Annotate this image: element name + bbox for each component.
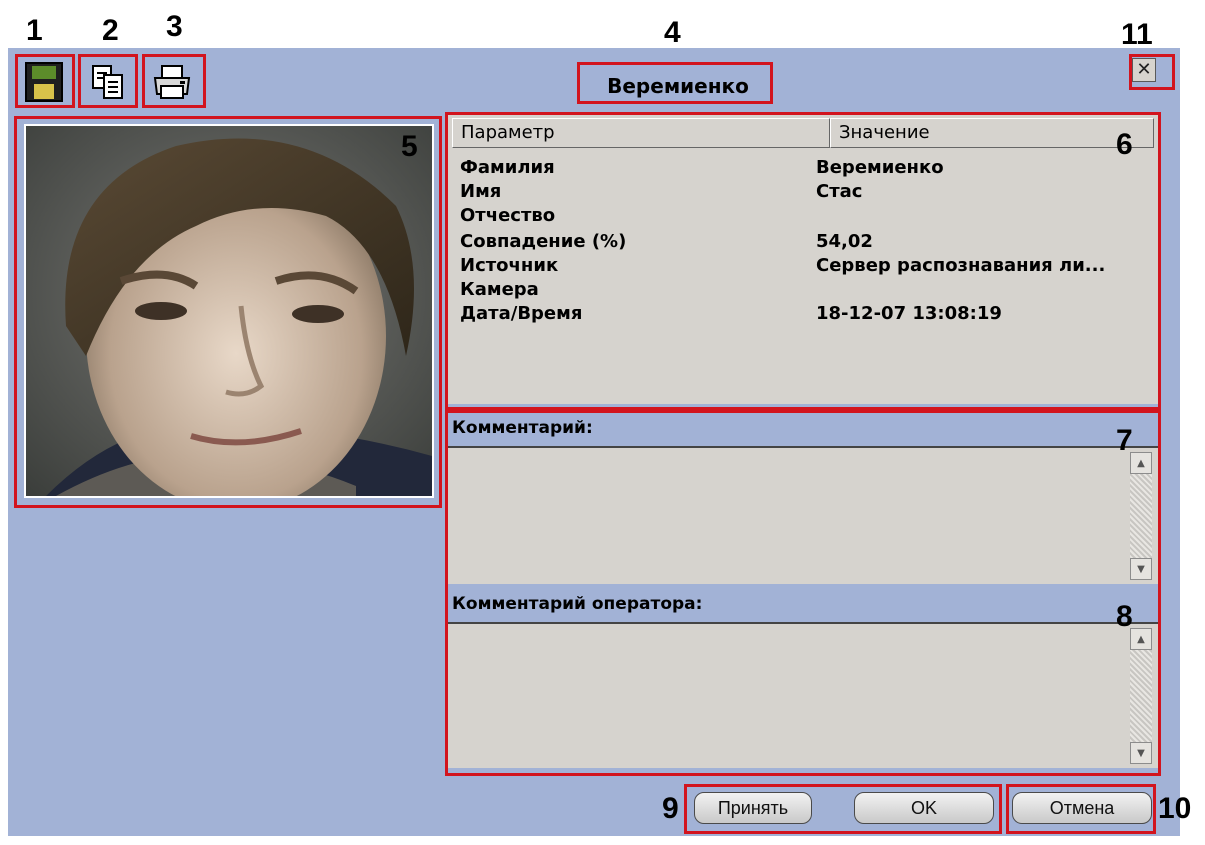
callout-box-6 [445,112,1161,410]
callout-box-5 [14,116,442,508]
callout-1: 1 [26,14,43,47]
callout-10: 10 [1158,792,1192,825]
callout-11: 11 [1121,18,1153,51]
callout-2: 2 [102,14,119,47]
callout-box-11 [1129,54,1175,90]
callout-box-1 [15,54,75,108]
callout-box-9 [684,784,1002,834]
callout-box-2 [78,54,138,108]
callout-3: 3 [166,10,183,43]
callout-6: 6 [1116,128,1133,161]
callout-4: 4 [664,16,681,49]
callout-8: 8 [1116,600,1133,633]
callout-box-3 [142,54,206,108]
callout-box-7-8 [445,410,1161,776]
callout-7: 7 [1116,424,1133,457]
callout-box-10 [1006,784,1156,834]
callout-box-4 [577,62,773,104]
callout-5: 5 [401,130,418,163]
callout-9: 9 [662,792,679,825]
